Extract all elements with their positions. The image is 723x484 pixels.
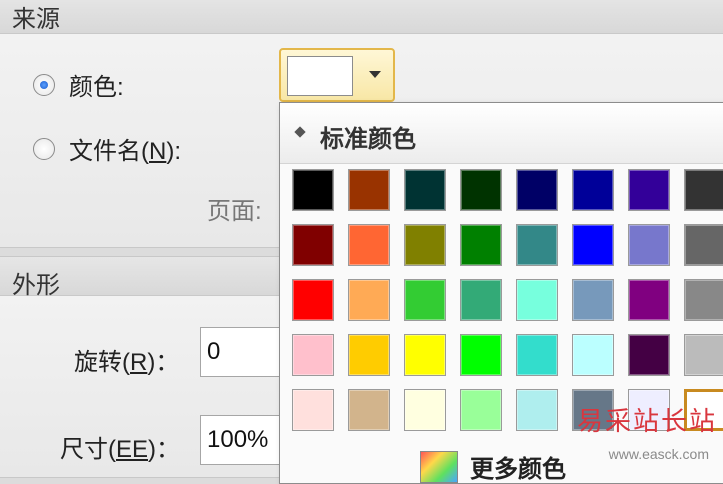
color-radio-option[interactable]: 颜色: [33,67,124,102]
filename-radio-option[interactable]: 文件名(N): [33,131,181,166]
color-swatch[interactable] [516,169,558,211]
color-swatch[interactable] [684,224,723,266]
color-swatch[interactable] [348,279,390,321]
appearance-section-title: 外形 [12,272,60,299]
more-colors-label: 更多颜色 [470,456,566,483]
page-label: 页面: [207,198,262,225]
selected-color-preview [287,56,353,96]
color-swatch[interactable] [516,224,558,266]
source-section-title: 来源 [12,6,60,33]
diamond-icon [294,126,306,138]
rotation-label: 旋转(R)： [74,349,180,376]
color-swatch[interactable] [460,334,502,376]
color-swatch[interactable] [348,169,390,211]
color-swatch[interactable] [628,224,670,266]
color-swatch[interactable] [516,389,558,431]
color-picker-button[interactable] [279,48,395,102]
color-swatch[interactable] [572,224,614,266]
color-swatch[interactable] [460,169,502,211]
color-swatch[interactable] [404,169,446,211]
more-colors-button[interactable]: 更多颜色 [420,449,566,484]
color-swatch[interactable] [348,224,390,266]
watermark-url: www.easck.com [608,446,709,462]
color-swatch[interactable] [572,169,614,211]
color-swatch[interactable] [460,224,502,266]
color-option-label: 颜色: [69,74,124,101]
source-section-header: 来源 [0,0,723,34]
standard-colors-title: 标准颜色 [320,126,416,153]
size-label: 尺寸(EE)： [60,436,181,463]
color-swatch[interactable] [516,334,558,376]
color-radio-button[interactable] [33,73,55,96]
color-swatch[interactable] [404,224,446,266]
color-swatch[interactable] [684,279,723,321]
standard-colors-header: 标准颜色 [280,103,723,164]
color-swatch[interactable] [572,334,614,376]
color-swatch[interactable] [684,169,723,211]
color-swatch[interactable] [572,279,614,321]
color-swatch[interactable] [404,334,446,376]
color-swatch[interactable] [404,279,446,321]
color-swatch[interactable] [292,169,334,211]
color-swatch[interactable] [404,389,446,431]
filename-option-label: 文件名(N): [69,138,182,165]
color-swatch[interactable] [628,334,670,376]
color-swatch[interactable] [348,389,390,431]
color-swatch[interactable] [460,279,502,321]
color-swatch[interactable] [460,389,502,431]
color-swatch[interactable] [628,169,670,211]
color-swatch[interactable] [292,334,334,376]
color-swatch[interactable] [684,334,723,376]
color-swatch[interactable] [628,279,670,321]
color-swatch[interactable] [516,279,558,321]
palette-icon [420,450,458,483]
color-swatch[interactable] [292,224,334,266]
chevron-down-icon [369,71,381,78]
color-swatch[interactable] [292,389,334,431]
color-swatch[interactable] [292,279,334,321]
filename-radio-button[interactable] [33,137,55,160]
color-swatch[interactable] [348,334,390,376]
watermark-logo: 易采站长站 [576,407,717,437]
